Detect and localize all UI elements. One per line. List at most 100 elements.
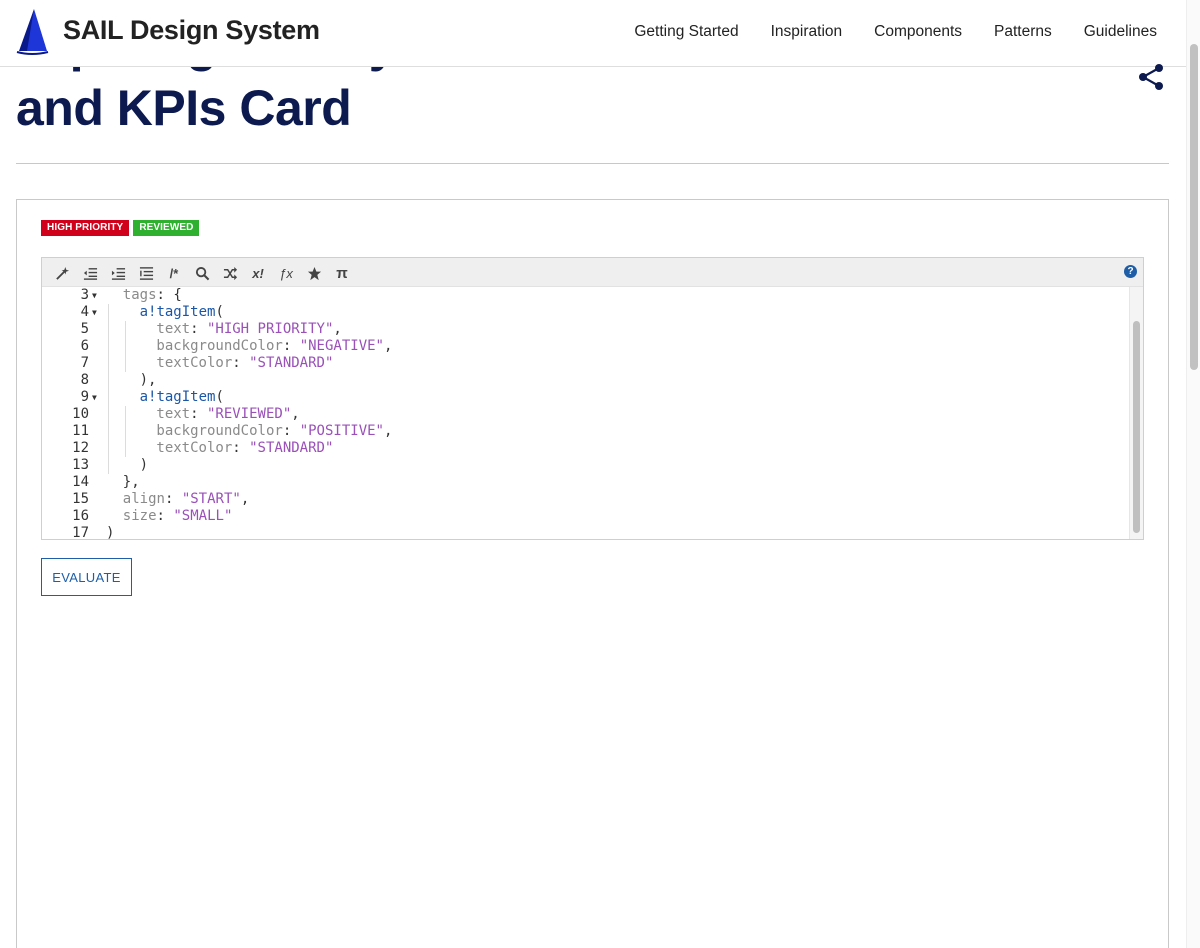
function-glyph: ƒx [279, 265, 293, 281]
indent-guide [108, 389, 109, 406]
pi-glyph: π [336, 264, 348, 282]
brand-name[interactable]: SAIL Design System [63, 15, 320, 46]
format-icon[interactable] [136, 263, 156, 283]
code-text: a!tagItem( [139, 304, 224, 320]
code-line: 17) [42, 525, 1131, 539]
shuffle-icon[interactable] [220, 263, 240, 283]
line-number: 12 [72, 440, 89, 456]
code-line: 9 ▼ a!tagItem( [42, 389, 1131, 406]
code-line: 4 ▼ a!tagItem( [42, 304, 1131, 321]
code-line: 14}, [42, 474, 1131, 491]
code-line: 7 textColor: "STANDARD" [42, 355, 1131, 372]
indent-guide [108, 406, 109, 423]
indent-guide [124, 355, 126, 372]
line-number: 6 [80, 338, 89, 354]
title-divider [16, 163, 1169, 164]
tag-reviewed: REVIEWED [133, 220, 200, 236]
editor-toolbar: /* x! ƒx π ? [42, 258, 1143, 287]
comment-icon[interactable]: /* [164, 263, 184, 283]
line-number: 5 [80, 321, 89, 337]
code-line: 6 backgroundColor: "NEGATIVE", [42, 338, 1131, 355]
code-line: 5 text: "HIGH PRIORITY", [42, 321, 1131, 338]
indent-guide [108, 304, 109, 321]
star-icon[interactable] [304, 263, 324, 283]
indent-guide [124, 406, 126, 423]
indent-guide [108, 321, 109, 338]
code-content[interactable]: 3 ▼ tags: {4 ▼ a!tagItem(5 text: "HIGH PRIORI… [42, 287, 1131, 539]
indent-guide [108, 372, 109, 389]
sail-logo[interactable] [15, 7, 49, 55]
code-line: 15 align: "START", [42, 491, 1131, 508]
tag-list: HIGH PRIORITY REVIEWED [41, 220, 200, 236]
code-text: }, [122, 474, 140, 490]
code-text: ) [139, 457, 149, 473]
nav-patterns[interactable]: Patterns [994, 23, 1052, 41]
code-text: ) [106, 525, 115, 539]
line-number: 14 [72, 474, 89, 490]
page-scrollbar-thumb[interactable] [1190, 44, 1198, 370]
code-text: text: "HIGH PRIORITY", [156, 321, 342, 337]
indent-guide [124, 338, 126, 355]
nav-components[interactable]: Components [874, 23, 962, 41]
evaluate-button[interactable]: EVALUATE [41, 558, 132, 596]
code-text: a!tagItem( [139, 389, 224, 405]
code-line: 13) [42, 457, 1131, 474]
indent-guide [124, 423, 126, 440]
outdent-icon[interactable] [80, 263, 100, 283]
line-number: 3 [80, 287, 89, 303]
comment-glyph: /* [169, 265, 179, 281]
page-title-line: and KPIs Card [16, 80, 352, 136]
line-number: 4 [80, 304, 89, 320]
code-text: align: "START", [122, 491, 250, 507]
line-number: 8 [80, 372, 89, 388]
code-text: backgroundColor: "NEGATIVE", [156, 338, 393, 354]
fold-arrow-icon[interactable]: ▼ [92, 304, 97, 321]
editor-scrollbar[interactable] [1129, 287, 1143, 539]
line-number: 10 [72, 406, 89, 422]
main-nav: Getting Started Inspiration Components P… [634, 23, 1157, 41]
fold-arrow-icon[interactable]: ▼ [92, 389, 97, 406]
indent-guide [108, 423, 109, 440]
nav-inspiration[interactable]: Inspiration [771, 23, 843, 41]
code-text: textColor: "STANDARD" [156, 440, 334, 456]
page-scrollbar[interactable] [1186, 0, 1200, 948]
code-line: 10 text: "REVIEWED", [42, 406, 1131, 423]
line-number: 9 [80, 389, 89, 405]
share-icon[interactable] [1137, 62, 1165, 92]
code-line: 11 backgroundColor: "POSITIVE", [42, 423, 1131, 440]
line-number: 16 [72, 508, 89, 524]
editor-scrollbar-thumb[interactable] [1133, 321, 1140, 533]
indent-guide [108, 440, 109, 457]
search-icon[interactable] [192, 263, 212, 283]
line-number: 11 [72, 423, 89, 439]
code-text: backgroundColor: "POSITIVE", [156, 423, 393, 439]
indent-guide [124, 321, 126, 338]
site-header: SAIL Design System Getting Started Inspi… [0, 0, 1186, 67]
line-number: 13 [72, 457, 89, 473]
function-icon[interactable]: ƒx [276, 263, 296, 283]
example-panel: HIGH PRIORITY REVIEWED /* x! ƒx π ? 3 ▼ … [16, 199, 1169, 948]
code-editor[interactable]: /* x! ƒx π ? 3 ▼ tags: {4 ▼ a!tagItem(5 text:… [41, 257, 1144, 540]
indent-guide [108, 457, 109, 474]
code-text: ), [139, 372, 157, 388]
rule-icon[interactable]: x! [248, 263, 268, 283]
magic-wand-icon[interactable] [52, 263, 72, 283]
nav-guidelines[interactable]: Guidelines [1084, 23, 1157, 41]
code-text: size: "SMALL" [122, 508, 233, 524]
code-line: 16 size: "SMALL" [42, 508, 1131, 525]
fold-arrow-icon[interactable]: ▼ [92, 287, 97, 304]
indent-guide [124, 440, 126, 457]
rule-glyph: x! [252, 265, 264, 281]
nav-getting-started[interactable]: Getting Started [634, 23, 738, 41]
line-number: 15 [72, 491, 89, 507]
help-icon[interactable]: ? [1124, 265, 1137, 278]
tag-high-priority: HIGH PRIORITY [41, 220, 130, 236]
line-number: 17 [72, 525, 89, 539]
code-line: 12 textColor: "STANDARD" [42, 440, 1131, 457]
code-text: text: "REVIEWED", [156, 406, 300, 422]
code-line: 8), [42, 372, 1131, 389]
indent-guide [108, 338, 109, 355]
pi-icon[interactable]: π [332, 263, 352, 283]
indent-icon[interactable] [108, 263, 128, 283]
indent-guide [108, 355, 109, 372]
